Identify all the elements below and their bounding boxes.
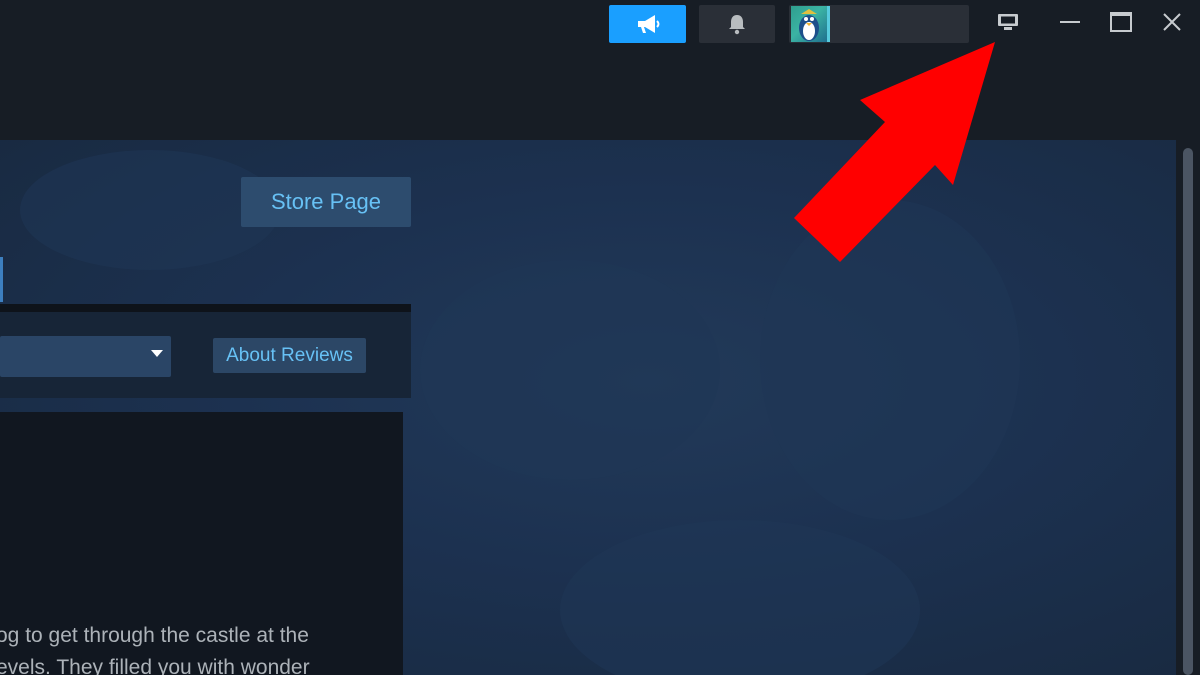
megaphone-icon [637,15,659,33]
background-art [560,520,920,675]
chevron-down-icon [151,350,163,357]
notifications-button[interactable] [699,5,775,43]
avatar [791,6,827,42]
review-filter-bar: About Reviews [0,312,411,398]
maximize-icon [1110,12,1132,32]
review-line: og to get through the castle at the [0,624,309,647]
game-page-content: Store Page About Reviews og to get throu… [0,140,1176,675]
review-filter-select[interactable] [0,336,171,377]
account-menu[interactable] [789,5,969,43]
background-art [420,260,720,480]
section-divider [0,304,411,312]
online-status-indicator [827,6,830,42]
scrollbar-thumb[interactable] [1183,148,1193,675]
close-icon [1163,13,1181,31]
about-reviews-button[interactable]: About Reviews [213,338,366,373]
big-picture-button[interactable] [986,0,1030,44]
background-art [760,200,1020,520]
maximize-button[interactable] [1099,0,1143,44]
big-picture-icon [998,14,1018,30]
announcements-button[interactable] [609,5,686,43]
minimize-icon [1060,21,1080,23]
scrollbar[interactable] [1176,140,1200,675]
store-page-button[interactable]: Store Page [241,177,411,227]
review-line: evels. They filled you with wonder [0,656,310,675]
minimize-button[interactable] [1048,0,1092,44]
penguin-avatar-icon [799,9,819,41]
close-button[interactable] [1150,0,1194,44]
bell-icon [729,15,745,35]
title-bar [0,0,1200,140]
tab-indicator[interactable] [0,257,3,302]
review-panel: og to get through the castle at the evel… [0,412,403,675]
review-text: og to get through the castle at the evel… [0,620,403,675]
